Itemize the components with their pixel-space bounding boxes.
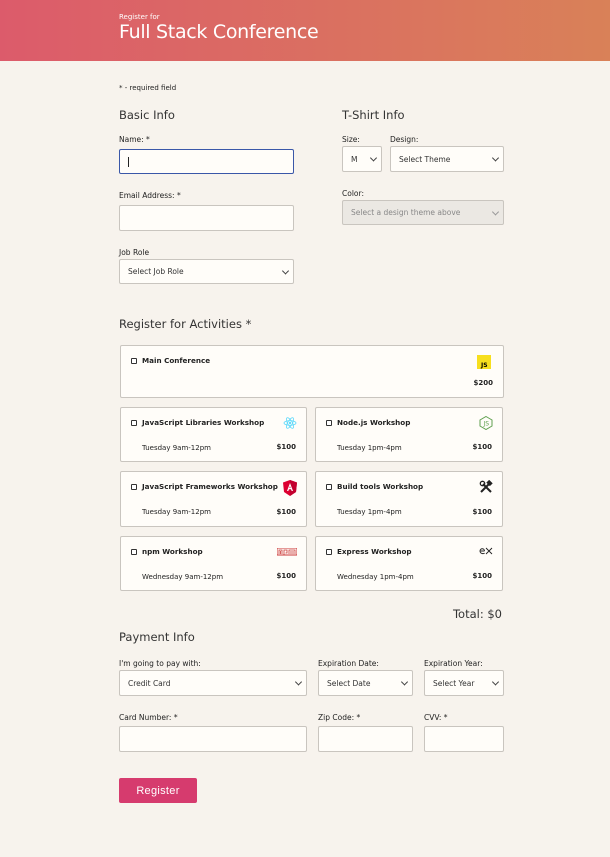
activity-name: Main Conference (142, 356, 211, 365)
activity-name: Express Workshop (337, 547, 412, 556)
activity-price: $100 (472, 572, 492, 580)
activity-name: JavaScript Frameworks Workshop (142, 482, 278, 491)
activity-checkbox[interactable] (326, 549, 332, 555)
payment-method-label: I'm going to pay with: (119, 659, 201, 668)
exp-year-label: Expiration Year: (424, 659, 483, 668)
size-select[interactable]: M (342, 146, 382, 172)
javascript-icon: JS (477, 355, 491, 369)
activity-price: $100 (472, 508, 492, 516)
activity-checkbox[interactable] (131, 549, 137, 555)
activity-price: $100 (276, 508, 296, 516)
npm-icon (277, 548, 297, 556)
activity-checkbox[interactable] (131, 484, 137, 490)
activity-checkbox[interactable] (326, 484, 332, 490)
chevron-down-icon (400, 678, 409, 686)
email-field[interactable] (119, 205, 294, 231)
react-icon (283, 417, 297, 429)
activities-total: Total: $0 (452, 607, 502, 621)
color-label: Color: (342, 189, 364, 198)
activity-price: $100 (276, 572, 296, 580)
activity-name: Node.js Workshop (337, 418, 411, 427)
name-label: Name: * (119, 135, 150, 144)
activity-name: Build tools Workshop (337, 482, 424, 491)
activity-name: JavaScript Libraries Workshop (142, 418, 265, 427)
activity-price: $100 (276, 443, 296, 451)
activity-checkbox[interactable] (326, 420, 332, 426)
register-button[interactable]: Register (119, 778, 197, 803)
chevron-down-icon (491, 678, 500, 686)
exp-date-label: Expiration Date: (318, 659, 379, 668)
design-value: Select Theme (399, 154, 451, 164)
color-value: Select a design theme above (351, 208, 461, 217)
chevron-down-icon (281, 266, 290, 275)
email-label: Email Address: * (119, 191, 181, 200)
basic-info-title: Basic Info (119, 108, 175, 122)
card-number-field[interactable] (119, 726, 307, 752)
payment-info-title: Payment Info (119, 630, 195, 644)
zip-code-field[interactable] (318, 726, 413, 752)
activity-checkbox[interactable] (131, 420, 137, 426)
activity-time: Tuesday 1pm-4pm (337, 508, 402, 516)
activity-card-build-tools[interactable]: Build tools Workshop Tuesday 1pm-4pm $10… (315, 471, 503, 527)
exp-date-select[interactable]: Select Date (318, 670, 413, 696)
svg-text:JS: JS (483, 421, 490, 428)
chevron-down-icon (294, 678, 303, 686)
activities-title: Register for Activities * (119, 317, 252, 331)
payment-method-select[interactable]: Credit Card (119, 670, 307, 696)
activity-time: Tuesday 9am-12pm (142, 444, 211, 452)
svg-text:JS: JS (480, 362, 488, 369)
chevron-down-icon (491, 154, 500, 162)
header-title: Full Stack Conference (119, 21, 319, 43)
activity-checkbox[interactable] (131, 358, 137, 364)
page-header: Register for Full Stack Conference (0, 0, 610, 61)
activity-card-js-frameworks[interactable]: JavaScript Frameworks Workshop Tuesday 9… (120, 471, 307, 527)
design-label: Design: (390, 135, 419, 144)
zip-code-label: Zip Code: * (318, 713, 361, 722)
chevron-down-icon (369, 154, 378, 162)
size-label: Size: (342, 135, 360, 144)
activity-time: Tuesday 9am-12pm (142, 508, 211, 516)
exp-date-value: Select Date (327, 678, 371, 688)
activity-price: $200 (473, 379, 493, 387)
size-value: M (351, 154, 358, 164)
chevron-down-icon (491, 207, 500, 216)
tshirt-info-title: T-Shirt Info (342, 108, 405, 122)
job-role-label: Job Role (119, 248, 150, 257)
exp-year-select[interactable]: Select Year (424, 670, 504, 696)
activity-time: Wednesday 9am-12pm (142, 573, 224, 581)
activity-time: Tuesday 1pm-4pm (337, 444, 402, 452)
activity-name: npm Workshop (142, 547, 203, 556)
required-note: * - required field (119, 84, 177, 92)
express-icon (479, 547, 493, 555)
job-role-value: Select Job Role (128, 267, 184, 276)
nodejs-icon: JS (479, 416, 493, 430)
exp-year-value: Select Year (433, 678, 475, 688)
color-select: Select a design theme above (342, 200, 504, 225)
job-role-select[interactable]: Select Job Role (119, 259, 294, 284)
angular-icon (283, 480, 297, 496)
name-field[interactable] (119, 149, 294, 174)
payment-method-value: Credit Card (128, 678, 171, 688)
activity-price: $100 (472, 443, 492, 451)
card-number-label: Card Number: * (119, 713, 178, 722)
activity-card-main-conference[interactable]: Main Conference JS $200 (120, 345, 504, 398)
activity-card-nodejs[interactable]: Node.js Workshop JS Tuesday 1pm-4pm $100 (315, 407, 503, 462)
header-subtitle: Register for (119, 13, 160, 21)
activity-card-js-libraries[interactable]: JavaScript Libraries Workshop Tuesday 9a… (120, 407, 307, 462)
activity-time: Wednesday 1pm-4pm (337, 573, 414, 581)
activity-card-npm[interactable]: npm Workshop Wednesday 9am-12pm $100 (120, 536, 307, 591)
text-cursor (128, 157, 129, 167)
cvv-field[interactable] (424, 726, 504, 752)
design-select[interactable]: Select Theme (390, 146, 504, 172)
hammer-wrench-icon (479, 480, 493, 493)
cvv-label: CVV: * (424, 713, 448, 722)
activity-card-express[interactable]: Express Workshop Wednesday 1pm-4pm $100 (315, 536, 503, 591)
